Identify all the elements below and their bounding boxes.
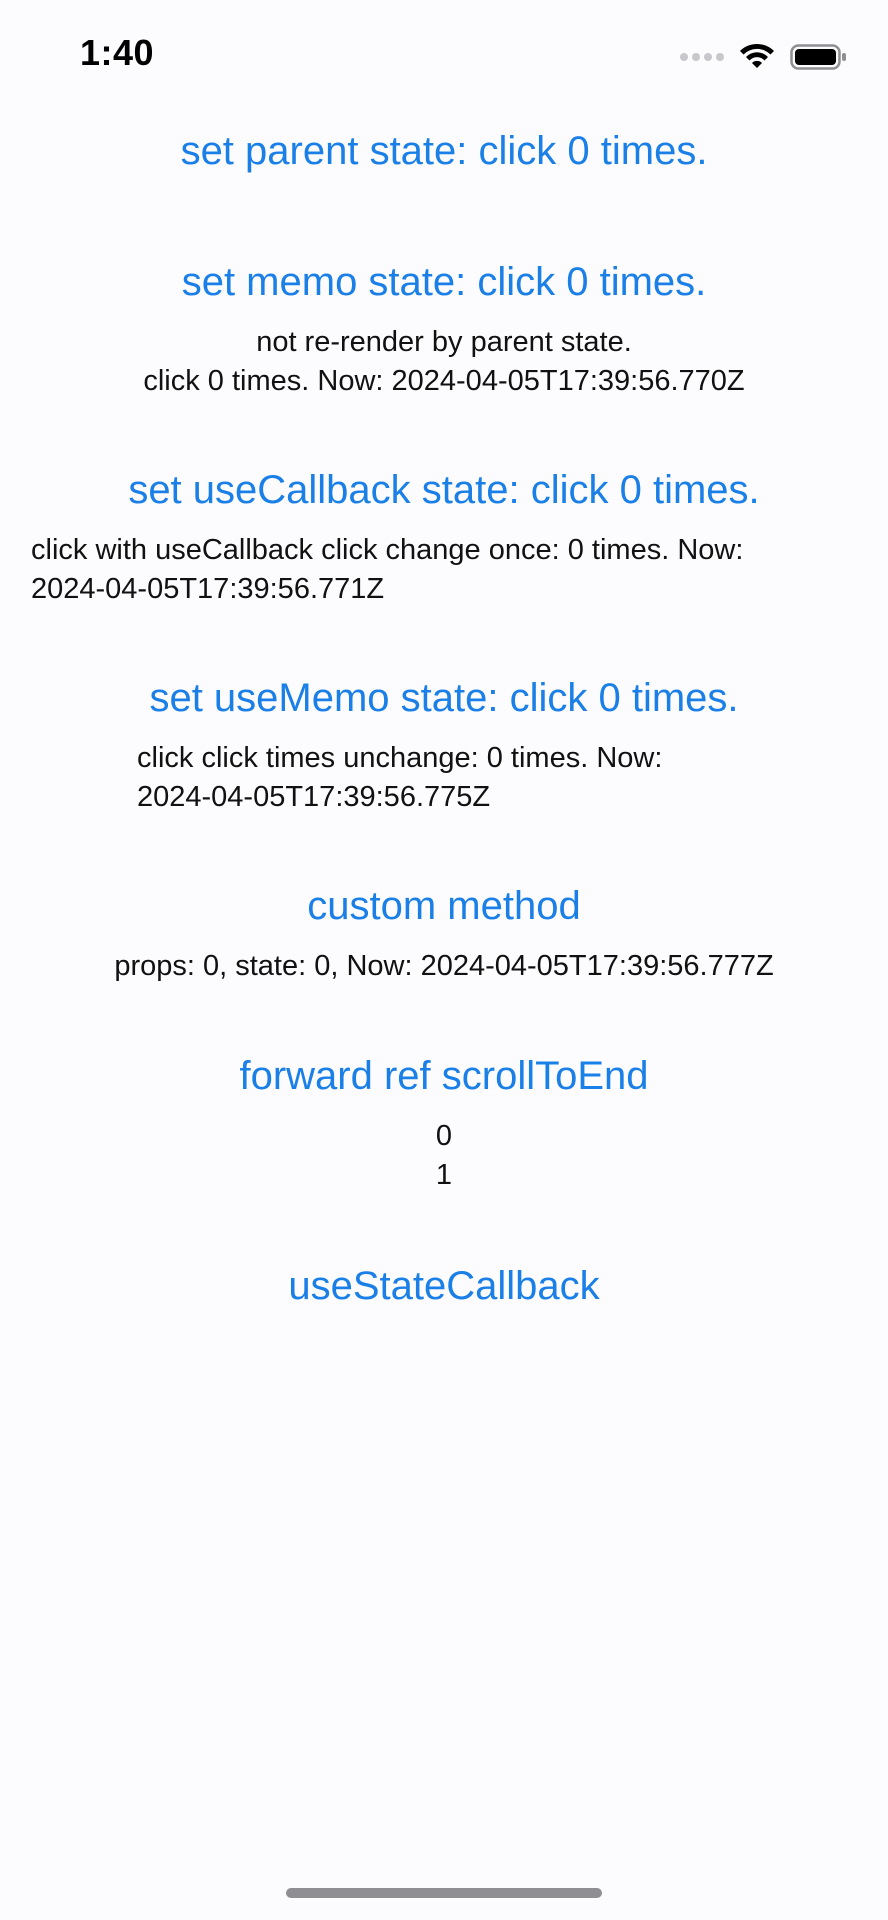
status-time: 1:40 bbox=[80, 32, 155, 73]
forward-ref-scroll-button[interactable]: forward ref scrollToEnd bbox=[0, 1052, 888, 1100]
home-indicator[interactable] bbox=[286, 1888, 602, 1898]
set-usecallback-state-button[interactable]: set useCallback state: click 0 times. bbox=[0, 466, 888, 514]
status-bar: 1:40 bbox=[0, 0, 888, 110]
cellular-signal-icon bbox=[680, 53, 724, 61]
memo-note: not re-render by parent state. bbox=[256, 326, 632, 358]
battery-icon bbox=[790, 44, 846, 70]
use-state-callback-button[interactable]: useStateCallback bbox=[0, 1262, 888, 1310]
wifi-icon bbox=[740, 43, 774, 68]
status-icons bbox=[680, 40, 848, 74]
custom-method-status: props: 0, state: 0, Now: 2024-04-05T17:3… bbox=[114, 950, 774, 982]
list-item: 0 bbox=[435, 1120, 453, 1152]
usememo-status-line2: 2024-04-05T17:39:56.775Z bbox=[137, 781, 491, 813]
list-item: 1 bbox=[435, 1159, 453, 1191]
usememo-status-line1: click click times unchange: 0 times. Now… bbox=[137, 742, 663, 774]
memo-status: click 0 times. Now: 2024-04-05T17:39:56.… bbox=[143, 365, 745, 397]
set-memo-state-button[interactable]: set memo state: click 0 times. bbox=[0, 258, 888, 306]
usecallback-status-line1: click with useCallback click change once… bbox=[31, 534, 744, 566]
usecallback-status-line2: 2024-04-05T17:39:56.771Z bbox=[31, 573, 385, 605]
custom-method-button[interactable]: custom method bbox=[0, 882, 888, 930]
set-usememo-state-button[interactable]: set useMemo state: click 0 times. bbox=[0, 674, 888, 722]
set-parent-state-button[interactable]: set parent state: click 0 times. bbox=[0, 127, 888, 175]
